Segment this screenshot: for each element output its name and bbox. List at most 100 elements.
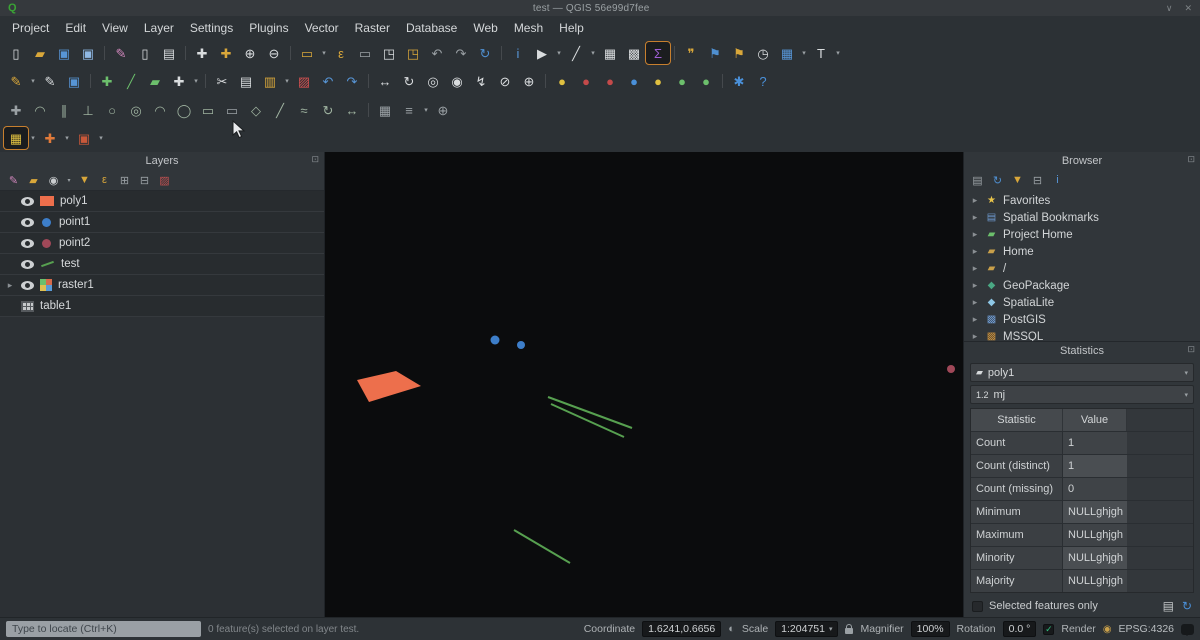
offset-curve-button[interactable]: ≈ — [292, 99, 316, 121]
layer-item-table1[interactable]: table1 — [0, 296, 324, 317]
zoom-next-button[interactable]: ↷ — [449, 42, 473, 64]
zoom-last-button[interactable]: ↶ — [425, 42, 449, 64]
perpendicular-mode-button[interactable]: ⊥ — [76, 99, 100, 121]
add-raster-dropdown-arrow[interactable]: ▾ — [96, 127, 106, 149]
new-bookmark-button[interactable]: ⚑ — [703, 42, 727, 64]
map-polygon-poly1[interactable] — [357, 371, 421, 402]
toolbar-separator[interactable] — [541, 70, 550, 92]
construction-mode-button[interactable]: ◠ — [28, 99, 52, 121]
expand-arrow-icon[interactable]: ▸ — [970, 314, 980, 325]
filter-legend-icon[interactable]: ▼ — [76, 172, 93, 188]
magnifier-input[interactable]: 100% — [911, 621, 950, 637]
refresh-map-button[interactable]: ↻ — [473, 42, 497, 64]
toolbar-separator[interactable] — [497, 42, 506, 64]
snapping-options-button[interactable]: ⊕ — [431, 99, 455, 121]
map-tips-button[interactable]: ❞ — [679, 42, 703, 64]
browser-item-favorites[interactable]: ▸ ★ Favorites — [964, 192, 1200, 209]
layer-item-test[interactable]: test — [0, 254, 324, 275]
annotation-dropdown-arrow[interactable]: ▾ — [833, 42, 843, 64]
menu-web[interactable]: Web — [465, 18, 505, 38]
select-features-button[interactable]: ▭ — [295, 42, 319, 64]
collapse-all-icon[interactable]: ⊟ — [136, 172, 153, 188]
visibility-eye-icon[interactable] — [21, 197, 34, 206]
expand-arrow-icon[interactable]: ▸ — [970, 246, 980, 257]
paste-dropdown-arrow[interactable]: ▾ — [282, 70, 292, 92]
parallel-mode-button[interactable]: ∥ — [52, 99, 76, 121]
manage-map-themes-icon[interactable]: ◉ — [45, 172, 62, 188]
visibility-eye-icon[interactable] — [21, 260, 34, 269]
browser-item-spatialite[interactable]: ▸ ◆ SpatiaLite — [964, 294, 1200, 311]
expand-all-icon[interactable]: ⊞ — [116, 172, 133, 188]
scale-select[interactable]: 1:204751 ▾ — [775, 621, 838, 637]
redo-button[interactable]: ↷ — [340, 70, 364, 92]
layout-manager-button[interactable]: ▤ — [157, 42, 181, 64]
visibility-eye-icon[interactable] — [21, 281, 34, 290]
visibility-eye-icon[interactable] — [21, 218, 34, 227]
copy-features-button[interactable]: ▤ — [234, 70, 258, 92]
current-edits-dropdown-arrow[interactable]: ▾ — [28, 70, 38, 92]
menu-raster[interactable]: Raster — [347, 18, 398, 38]
toolbar-separator[interactable] — [670, 42, 679, 64]
change-label-button[interactable]: ● — [694, 70, 718, 92]
menu-view[interactable]: View — [94, 18, 136, 38]
toolbar-separator[interactable] — [201, 70, 210, 92]
expand-arrow-icon[interactable]: ▸ — [970, 195, 980, 206]
add-point-feature-button[interactable]: ✚ — [95, 70, 119, 92]
expand-arrow-icon[interactable]: ▸ — [970, 229, 980, 240]
measure-button[interactable]: ╱ — [564, 42, 588, 64]
layer-item-point1[interactable]: point1 — [0, 212, 324, 233]
attribute-table-button[interactable]: ▦ — [598, 42, 622, 64]
mesh-calculator-button[interactable]: ▦ — [373, 99, 397, 121]
split-features-button[interactable]: ⊘ — [493, 70, 517, 92]
help-button[interactable]: ? — [751, 70, 775, 92]
panel-float-button[interactable]: ⊡ — [311, 154, 319, 165]
select-dropdown-arrow[interactable]: ▾ — [319, 42, 329, 64]
menu-plugins[interactable]: Plugins — [241, 18, 296, 38]
menu-settings[interactable]: Settings — [182, 18, 241, 38]
trim-extend-button[interactable]: ╱ — [268, 99, 292, 121]
move-label-button[interactable]: ● — [646, 70, 670, 92]
map-point2-feature[interactable] — [947, 365, 955, 373]
toggle-editing-button[interactable]: ✎ — [38, 70, 62, 92]
refresh-statistics-button[interactable]: ↻ — [1182, 599, 1192, 613]
menu-mesh[interactable]: Mesh — [506, 18, 551, 38]
lock-scale-icon[interactable] — [845, 628, 853, 634]
toolbar-separator[interactable] — [286, 42, 295, 64]
panel-float-button[interactable]: ⊡ — [1187, 154, 1195, 165]
toolbar-separator[interactable] — [718, 70, 727, 92]
map-point1-feature-b[interactable] — [517, 341, 525, 349]
rotate-features-button[interactable]: ↻ — [397, 70, 421, 92]
show-bookmarks-button[interactable]: ⚑ — [727, 42, 751, 64]
panel-float-button[interactable]: ⊡ — [1187, 344, 1195, 355]
new-map-view-button[interactable]: ▦ — [775, 42, 799, 64]
deselect-all-button[interactable]: ▭ — [353, 42, 377, 64]
text-annotation-button[interactable]: T — [809, 42, 833, 64]
new-print-layout-button[interactable]: ▯ — [133, 42, 157, 64]
refresh-browser-icon[interactable]: ↻ — [989, 172, 1006, 188]
browser-item-postgis[interactable]: ▸ ▩ PostGIS — [964, 311, 1200, 328]
menu-project[interactable]: Project — [4, 18, 57, 38]
action-dropdown-arrow[interactable]: ▾ — [554, 42, 564, 64]
pan-map-button[interactable]: ✚ — [190, 42, 214, 64]
column-header-statistic[interactable]: Statistic — [971, 409, 1063, 431]
pan-to-selection-button[interactable]: ✚ — [214, 42, 238, 64]
add-vector-dropdown-arrow[interactable]: ▾ — [62, 127, 72, 149]
rectangle-3points-button[interactable]: ▭ — [220, 99, 244, 121]
themes-dropdown-arrow[interactable]: ▾ — [65, 172, 73, 188]
browser-item-mssql[interactable]: ▸ ▩ MSSQL — [964, 328, 1200, 341]
save-project-as-button[interactable]: ▣ — [76, 42, 100, 64]
layer-item-point2[interactable]: point2 — [0, 233, 324, 254]
menu-vector[interactable]: Vector — [297, 18, 347, 38]
toolbar-separator[interactable] — [364, 99, 373, 121]
expand-arrow-icon[interactable]: ▸ — [970, 297, 980, 308]
save-project-button[interactable]: ▣ — [52, 42, 76, 64]
statistics-layer-select[interactable]: ▰ poly1 ▾ — [970, 363, 1194, 382]
measure-dropdown-arrow[interactable]: ▾ — [588, 42, 598, 64]
circle-3points-button[interactable]: ◎ — [124, 99, 148, 121]
add-group-icon[interactable]: ▰ — [25, 172, 42, 188]
vertex-tool-button[interactable]: ✚ — [167, 70, 191, 92]
field-calculator-button[interactable]: ▩ — [622, 42, 646, 64]
shade-window-button[interactable]: ∨ — [1166, 3, 1173, 14]
open-layer-styling-icon[interactable]: ✎ — [5, 172, 22, 188]
map-point1-feature-a[interactable] — [491, 336, 500, 345]
